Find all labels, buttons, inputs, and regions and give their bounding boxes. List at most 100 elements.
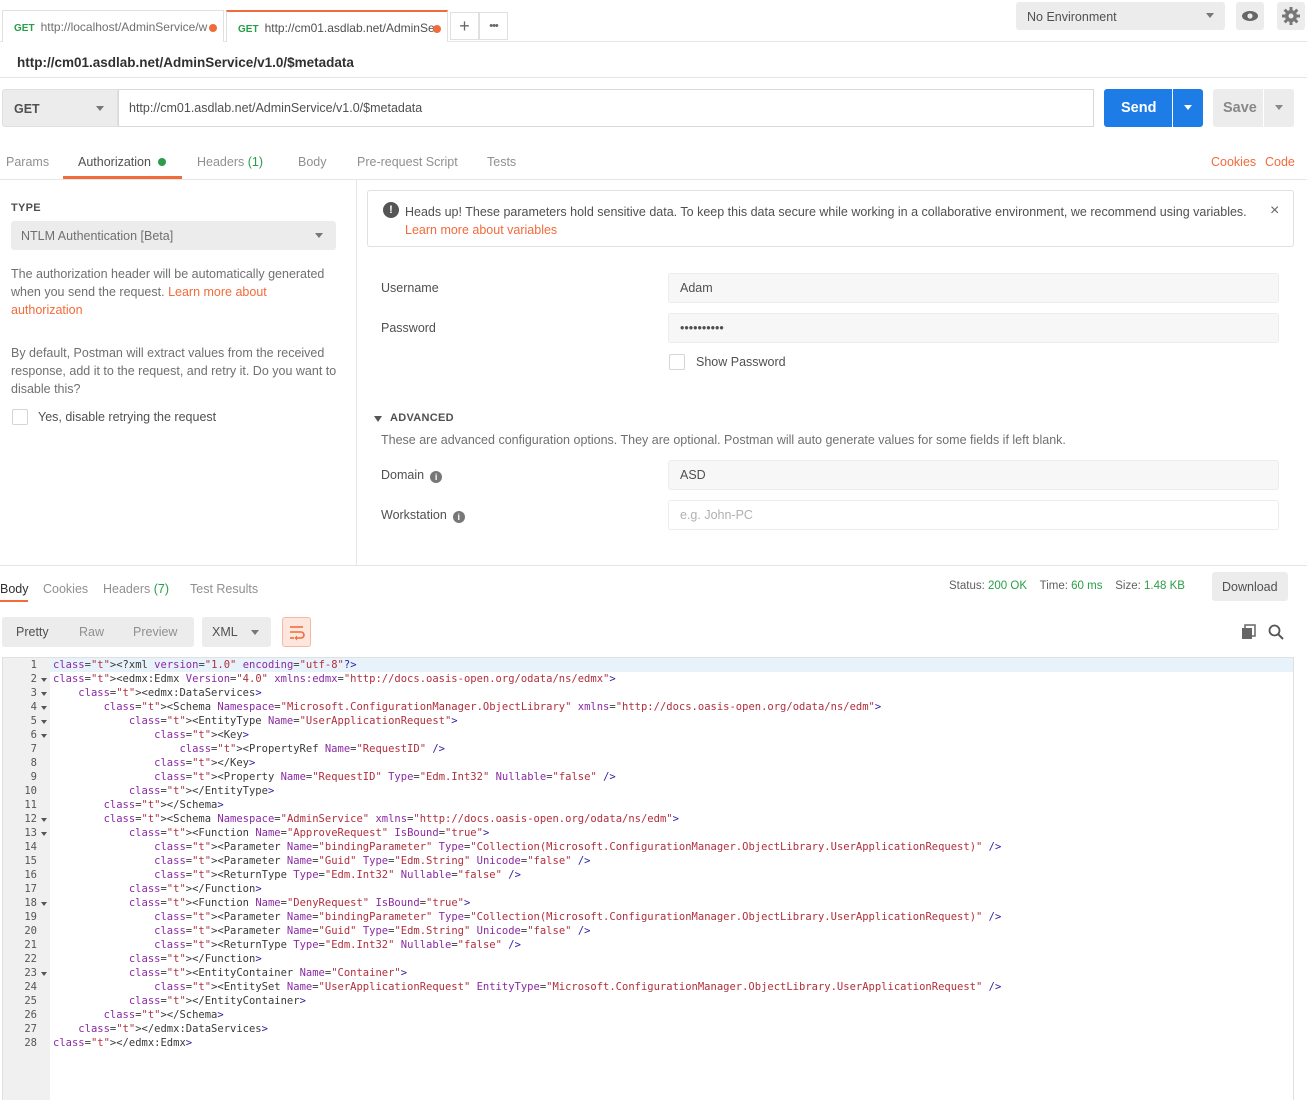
fold-arrow-icon[interactable]: [41, 678, 47, 682]
show-password-checkbox[interactable]: [669, 354, 685, 370]
workstation-field[interactable]: [668, 500, 1279, 530]
request-tab-2[interactable]: GET http://cm01.asdlab.net/AdminSe: [226, 10, 448, 42]
wrap-lines-button[interactable]: [282, 617, 311, 647]
code-line: class="t"><Function Name="DenyRequest" I…: [128, 897, 471, 909]
unsaved-dot-icon: [433, 25, 441, 33]
format-select[interactable]: XML: [202, 617, 271, 647]
tab-body[interactable]: Body: [298, 155, 327, 169]
method-select[interactable]: GET: [2, 89, 118, 127]
environment-value: No Environment: [1027, 10, 1117, 24]
fold-arrow-icon[interactable]: [41, 734, 47, 738]
line-number: 14: [24, 841, 37, 853]
add-tab-button[interactable]: +: [450, 12, 479, 40]
time-value[interactable]: 60 ms: [1071, 580, 1102, 592]
fold-arrow-icon[interactable]: [41, 972, 47, 976]
request-tab-1[interactable]: GET http://localhost/AdminService/w: [2, 10, 224, 42]
line-number: 19: [24, 911, 37, 923]
panel-divider: [356, 180, 357, 565]
settings-button[interactable]: [1277, 2, 1305, 30]
environment-quick-look-button[interactable]: [1236, 2, 1264, 30]
disable-retry-checkbox[interactable]: [12, 409, 28, 425]
active-dot-icon: [158, 158, 166, 166]
save-options-button[interactable]: [1264, 89, 1294, 127]
chevron-down-icon: [1206, 13, 1214, 18]
advanced-toggle[interactable]: ADVANCED: [390, 412, 454, 424]
method-value: GET: [14, 102, 40, 116]
view-preview-button[interactable]: Preview: [133, 625, 177, 639]
line-number: 23: [24, 967, 37, 979]
info-icon[interactable]: i: [430, 471, 443, 483]
chevron-down-icon[interactable]: [374, 416, 382, 422]
response-tab-test-results[interactable]: Test Results: [190, 582, 258, 596]
line-number: 13: [24, 827, 37, 839]
tab-method: GET: [14, 23, 35, 34]
response-meta: Status: 200 OK Time: 60 ms Size: 1.48 KB: [949, 580, 1185, 592]
line-number: 15: [24, 855, 37, 867]
response-tab-body[interactable]: Body: [0, 582, 29, 596]
tab-method: GET: [238, 24, 259, 35]
fold-arrow-icon[interactable]: [41, 818, 47, 822]
line-number: 24: [24, 981, 37, 993]
line-number: 22: [24, 953, 37, 965]
send-button[interactable]: Send: [1104, 89, 1172, 127]
code-line: class="t"></Key>: [154, 757, 256, 769]
line-number: 9: [30, 771, 37, 783]
status-value[interactable]: 200 OK: [988, 580, 1027, 592]
request-title[interactable]: http://cm01.asdlab.net/AdminService/v1.0…: [17, 55, 354, 70]
cookies-link[interactable]: Cookies: [1211, 155, 1256, 169]
code-line: class="t"><ReturnType Type="Edm.Int32" N…: [154, 869, 521, 881]
send-options-button[interactable]: [1173, 89, 1203, 127]
chevron-down-icon: [251, 630, 259, 635]
url-input[interactable]: [118, 89, 1094, 127]
close-icon[interactable]: ×: [1270, 202, 1279, 220]
password-field[interactable]: [668, 313, 1279, 343]
tab-params[interactable]: Params: [6, 155, 49, 169]
response-body-editor[interactable]: 1 2 3 4 5 6 7 8 9 10 11 12 13 14 15 16 17 18 19 20 21 22 23 24 2…: [2, 657, 1294, 1100]
tab-authorization[interactable]: Authorization: [78, 155, 151, 169]
username-field[interactable]: [668, 273, 1279, 303]
username-label: Username: [381, 281, 439, 295]
fold-arrow-icon[interactable]: [41, 720, 47, 724]
size-label: Size:: [1115, 580, 1141, 592]
size-value[interactable]: 1.48 KB: [1144, 580, 1185, 592]
tab-more-button[interactable]: •••: [479, 12, 508, 40]
fold-arrow-icon[interactable]: [41, 832, 47, 836]
fold-arrow-icon[interactable]: [41, 692, 47, 696]
line-number: 10: [24, 785, 37, 797]
search-response-button[interactable]: [1268, 624, 1284, 643]
environment-select[interactable]: No Environment: [1016, 2, 1225, 30]
unsaved-dot-icon: [209, 24, 217, 32]
code-line: class="t"></EntityContainer>: [128, 995, 306, 1007]
show-password-label: Show Password: [696, 355, 786, 369]
code-line: class="t"><Function Name="ApproveRequest…: [128, 827, 490, 839]
save-button[interactable]: Save: [1213, 89, 1263, 127]
domain-field[interactable]: [668, 460, 1279, 490]
line-number: 8: [30, 757, 37, 769]
workstation-label: Workstation i: [381, 508, 465, 523]
copy-response-button[interactable]: [1241, 624, 1257, 643]
response-tab-cookies[interactable]: Cookies: [43, 582, 88, 596]
disable-retry-label: Yes, disable retrying the request: [38, 410, 217, 424]
view-raw-button[interactable]: Raw: [79, 625, 104, 639]
line-number-gutter: 1 2 3 4 5 6 7 8 9 10 11 12 13 14 15 16 17 18 19 20 21 22 23 24 2…: [3, 658, 50, 1100]
tab-headers[interactable]: Headers (1): [197, 155, 263, 169]
fold-arrow-icon[interactable]: [41, 902, 47, 906]
tab-label: http://cm01.asdlab.net/AdminSe: [264, 21, 435, 35]
info-icon[interactable]: i: [452, 511, 465, 523]
learn-more-variables-link[interactable]: Learn more about variables: [405, 223, 557, 237]
code-link[interactable]: Code: [1265, 155, 1295, 169]
download-button[interactable]: Download: [1212, 572, 1288, 601]
response-tab-headers[interactable]: Headers (7): [103, 582, 169, 596]
auth-type-select[interactable]: NTLM Authentication [Beta]: [11, 221, 336, 250]
code-line: class="t"><Parameter Name="Guid" Type="E…: [154, 855, 591, 867]
code-line: class="t"><EntitySet Name="UserApplicati…: [154, 981, 1002, 993]
line-number: 17: [24, 883, 37, 895]
code-line: class="t"></edmx:Edmx>: [53, 1037, 193, 1049]
tab-prerequest-script[interactable]: Pre-request Script: [357, 155, 458, 169]
code-line: class="t"><Schema Namespace="AdminServic…: [103, 813, 679, 825]
fold-arrow-icon[interactable]: [41, 706, 47, 710]
view-pretty-button[interactable]: Pretty: [16, 625, 49, 639]
tab-tests[interactable]: Tests: [487, 155, 516, 169]
tab-label: http://localhost/AdminService/w: [40, 20, 208, 34]
code-line: class="t"></Function>: [128, 883, 262, 895]
